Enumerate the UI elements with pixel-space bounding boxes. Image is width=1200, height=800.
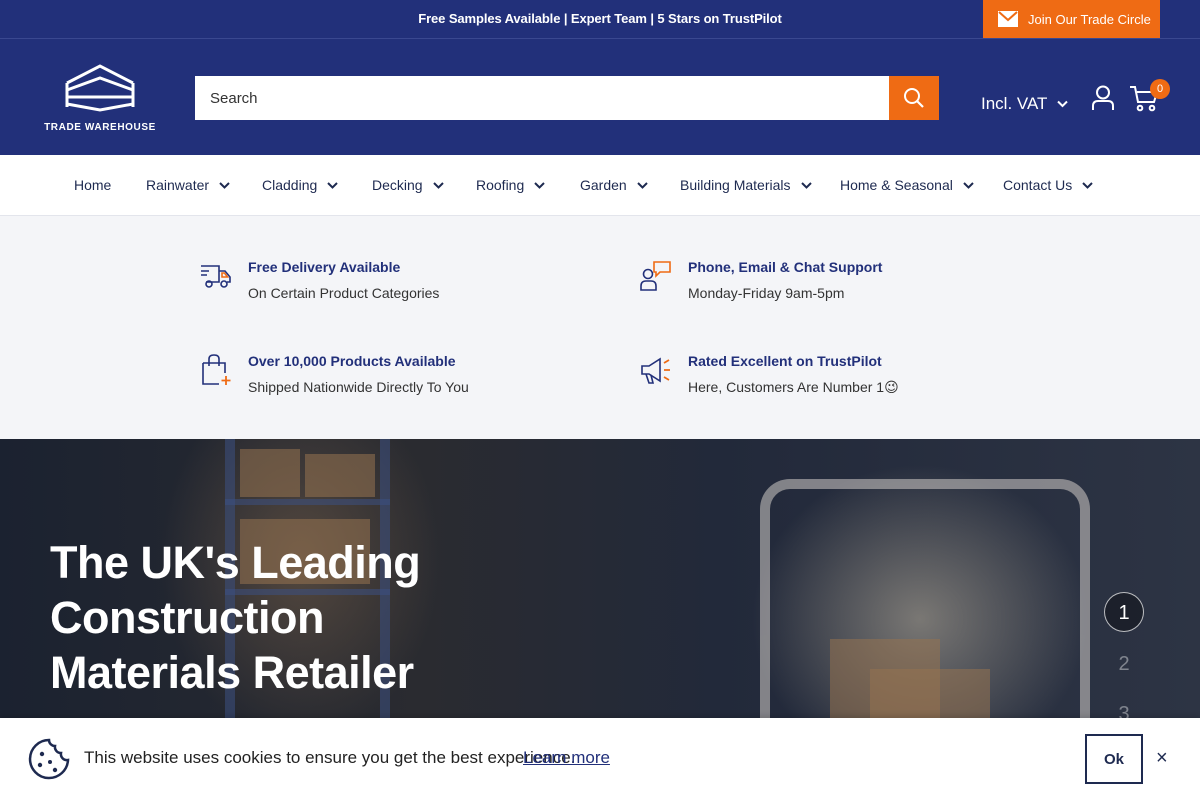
join-trade-circle-button[interactable]: Join Our Trade Circle (983, 0, 1160, 38)
cookie-icon (28, 738, 70, 780)
feature-text: Over 10,000 Products Available Shipped N… (248, 352, 469, 396)
nav-item-building-materials[interactable]: Building Materials (680, 177, 812, 193)
nav-item-label: Home (74, 177, 112, 193)
chevron-down-icon (636, 181, 648, 189)
feature-text: Free Delivery Available On Certain Produ… (248, 258, 439, 302)
feature-subtitle: Here, Customers Are Number 1😉 (688, 379, 899, 395)
hero-background-shelf (225, 499, 390, 505)
chevron-down-icon (1057, 100, 1069, 108)
slide-dot-1[interactable]: 1 (1104, 592, 1144, 632)
main-nav: Home Rainwater Cladding Decking Roofing … (0, 155, 1200, 216)
cookie-ok-button[interactable]: Ok (1085, 734, 1143, 784)
chevron-down-icon (327, 181, 338, 189)
announcement-bar: Free Samples Available | Expert Team | 5… (0, 0, 1200, 38)
logo-mark-icon (65, 64, 135, 112)
close-icon[interactable]: × (1156, 747, 1168, 770)
hero-title: The UK's Leading Construction Materials … (50, 537, 421, 698)
feature-subtitle: Shipped Nationwide Directly To You (248, 379, 469, 395)
hero-background-box (240, 449, 300, 497)
nav-item-label: Decking (372, 177, 423, 193)
feature-subtitle: Monday-Friday 9am-5pm (688, 285, 845, 301)
vat-label: Incl. VAT (981, 94, 1048, 113)
nav-item-label: Home & Seasonal (840, 177, 953, 193)
account-icon[interactable] (1091, 85, 1115, 111)
chevron-down-icon (963, 181, 974, 189)
nav-item-label: Garden (580, 177, 627, 193)
learn-more-link[interactable]: Learn more (523, 748, 610, 768)
feature-support: Phone, Email & Chat Support Monday-Frida… (640, 258, 882, 302)
chevron-down-icon (800, 181, 812, 189)
cookie-banner: This website uses cookies to ensure you … (0, 718, 1200, 800)
nav-item-home[interactable]: Home (74, 177, 111, 193)
feature-text: Rated Excellent on TrustPilot Here, Cust… (688, 352, 899, 396)
nav-item-garden[interactable]: Garden (580, 177, 648, 193)
feature-title: Over 10,000 Products Available (248, 353, 456, 369)
nav-item-decking[interactable]: Decking (372, 177, 444, 193)
nav-item-label: Contact Us (1003, 177, 1073, 193)
nav-item-cladding[interactable]: Cladding (262, 177, 338, 193)
feature-trustpilot: Rated Excellent on TrustPilot Here, Cust… (640, 352, 899, 396)
search-icon (904, 88, 924, 108)
slide-dot-2[interactable]: 2 (1104, 644, 1144, 684)
feature-title: Free Delivery Available (248, 259, 401, 275)
cart-count-badge: 0 (1150, 79, 1170, 99)
feature-delivery: Free Delivery Available On Certain Produ… (200, 258, 439, 302)
delivery-truck-icon (201, 265, 231, 288)
megaphone-icon (641, 357, 670, 384)
hero-background-box (305, 454, 375, 497)
logo-text: TRADE WAREHOUSE (44, 122, 156, 133)
features-strip: Free Delivery Available On Certain Produ… (0, 216, 1200, 439)
feature-title: Rated Excellent on TrustPilot (688, 353, 882, 369)
chevron-down-icon (219, 181, 230, 189)
search-bar (195, 76, 939, 120)
chevron-down-icon (1082, 181, 1093, 189)
vat-selector[interactable]: Incl. VAT (981, 94, 1069, 114)
nav-item-label: Cladding (262, 177, 318, 193)
feature-title: Phone, Email & Chat Support (688, 259, 883, 275)
nav-item-contact-us[interactable]: Contact Us (1003, 177, 1093, 193)
nav-item-label: Rainwater (146, 177, 210, 193)
site-header: TRADE WAREHOUSE Incl. VAT 0 (0, 38, 1200, 155)
feature-products: Over 10,000 Products Available Shipped N… (200, 352, 469, 396)
nav-item-roofing[interactable]: Roofing (476, 177, 545, 193)
shopping-bag-icon (202, 354, 231, 385)
chevron-down-icon (534, 181, 545, 189)
feature-subtitle: On Certain Product Categories (248, 285, 440, 301)
nav-item-label: Roofing (476, 177, 525, 193)
cookie-message: This website uses cookies to ensure you … (84, 748, 576, 767)
logo[interactable]: TRADE WAREHOUSE (40, 63, 160, 133)
chevron-down-icon (432, 181, 444, 189)
nav-item-rainwater[interactable]: Rainwater (146, 177, 230, 193)
envelope-icon (998, 11, 1018, 27)
nav-item-home-seasonal[interactable]: Home & Seasonal (840, 177, 974, 193)
nav-item-label: Building Materials (680, 177, 791, 193)
feature-text: Phone, Email & Chat Support Monday-Frida… (688, 258, 882, 302)
search-input[interactable] (195, 76, 889, 120)
support-chat-icon (640, 261, 671, 291)
search-button[interactable] (889, 76, 939, 120)
trade-button-label: Join Our Trade Circle (1028, 11, 1151, 27)
